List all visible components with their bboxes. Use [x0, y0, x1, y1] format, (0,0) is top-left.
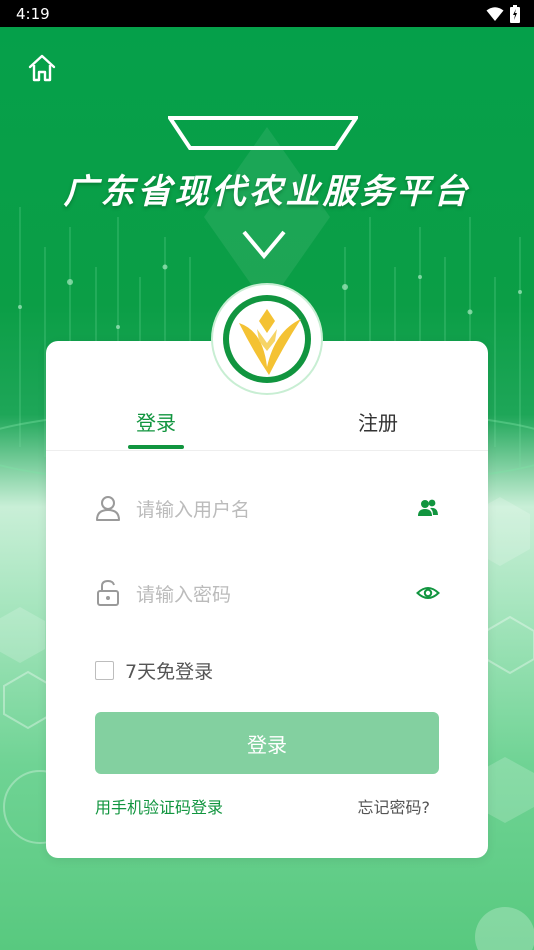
sms-login-link[interactable]: 用手机验证码登录 [95, 794, 223, 818]
auth-tabs: 登录 注册 [46, 395, 488, 451]
lock-icon [97, 579, 119, 606]
tab-login[interactable]: 登录 [96, 407, 216, 436]
password-input[interactable]: 请输入密码 [136, 580, 416, 607]
home-icon[interactable] [26, 52, 58, 84]
status-time: 4:19 [16, 4, 50, 23]
platform-logo [213, 285, 321, 393]
remember-checkbox[interactable] [95, 661, 114, 680]
forgot-password-link[interactable]: 忘记密码? [358, 794, 431, 818]
wifi-icon [486, 6, 504, 21]
wheat-leaf-icon [219, 291, 315, 387]
tab-register[interactable]: 注册 [318, 407, 438, 436]
page-title: 广东省现代农业服务平台 [63, 172, 471, 212]
username-field[interactable]: 请输入用户名 [94, 488, 440, 528]
status-bar: 4:19 [0, 0, 534, 27]
password-field[interactable]: 请输入密码 [94, 573, 440, 613]
remember-label: 7天免登录 [125, 661, 214, 683]
user-icon [96, 496, 120, 521]
remember-login: 7天免登录 [95, 657, 213, 684]
title-frame-decoration [168, 116, 358, 150]
username-input[interactable]: 请输入用户名 [136, 495, 416, 522]
chevron-down-icon [242, 230, 286, 260]
status-icons [486, 4, 520, 23]
active-tab-indicator [128, 445, 184, 449]
login-button[interactable]: 登录 [95, 712, 439, 774]
eye-icon[interactable] [416, 581, 440, 605]
battery-icon [510, 4, 520, 23]
contacts-icon[interactable] [416, 496, 440, 520]
